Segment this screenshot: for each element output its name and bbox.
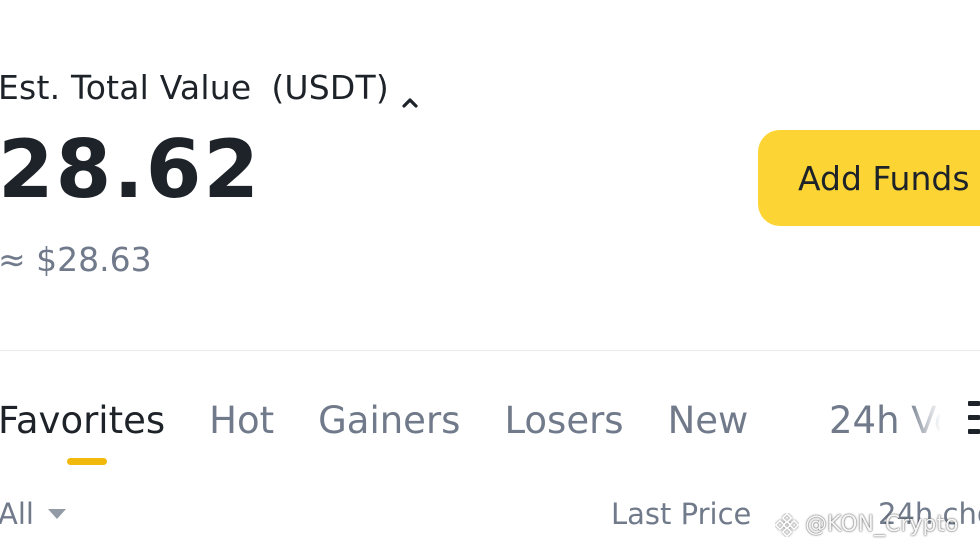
filter-dropdown[interactable]: All bbox=[0, 494, 66, 534]
balance-value: 28.62 bbox=[0, 123, 262, 216]
tab-losers[interactable]: Losers bbox=[504, 399, 623, 442]
menu-icon[interactable] bbox=[968, 401, 980, 437]
tab-hot[interactable]: Hot bbox=[209, 399, 274, 442]
balance-currency: (USDT) bbox=[271, 68, 389, 107]
chevron-up-icon[interactable] bbox=[401, 81, 419, 108]
markets-screen: Est. Total Value (USDT) 28.62 ≈ $28.63 A… bbox=[0, 0, 980, 550]
watermark: @KON_Crypto bbox=[775, 512, 958, 537]
balance-label: Est. Total Value bbox=[0, 68, 252, 107]
tab-24h-vol[interactable]: 24h Vol bbox=[829, 395, 941, 445]
caret-down-icon bbox=[47, 509, 66, 519]
filter-selected: All bbox=[0, 497, 34, 531]
column-header-last-price[interactable]: Last Price bbox=[611, 494, 751, 534]
balance-fiat-value: ≈ $28.63 bbox=[0, 240, 152, 279]
add-funds-button[interactable]: Add Funds bbox=[758, 130, 980, 226]
tab-new[interactable]: New bbox=[668, 399, 749, 442]
active-tab-indicator bbox=[67, 458, 107, 465]
tab-favorites[interactable]: Favorites bbox=[0, 399, 165, 442]
tab-gainers[interactable]: Gainers bbox=[318, 399, 460, 442]
balance-header[interactable]: Est. Total Value (USDT) bbox=[0, 68, 419, 108]
market-tabs: Favorites Hot Gainers Losers New bbox=[0, 395, 792, 445]
section-divider bbox=[0, 350, 980, 351]
binance-logo-icon bbox=[775, 512, 799, 537]
watermark-handle: @KON_Crypto bbox=[805, 512, 959, 537]
